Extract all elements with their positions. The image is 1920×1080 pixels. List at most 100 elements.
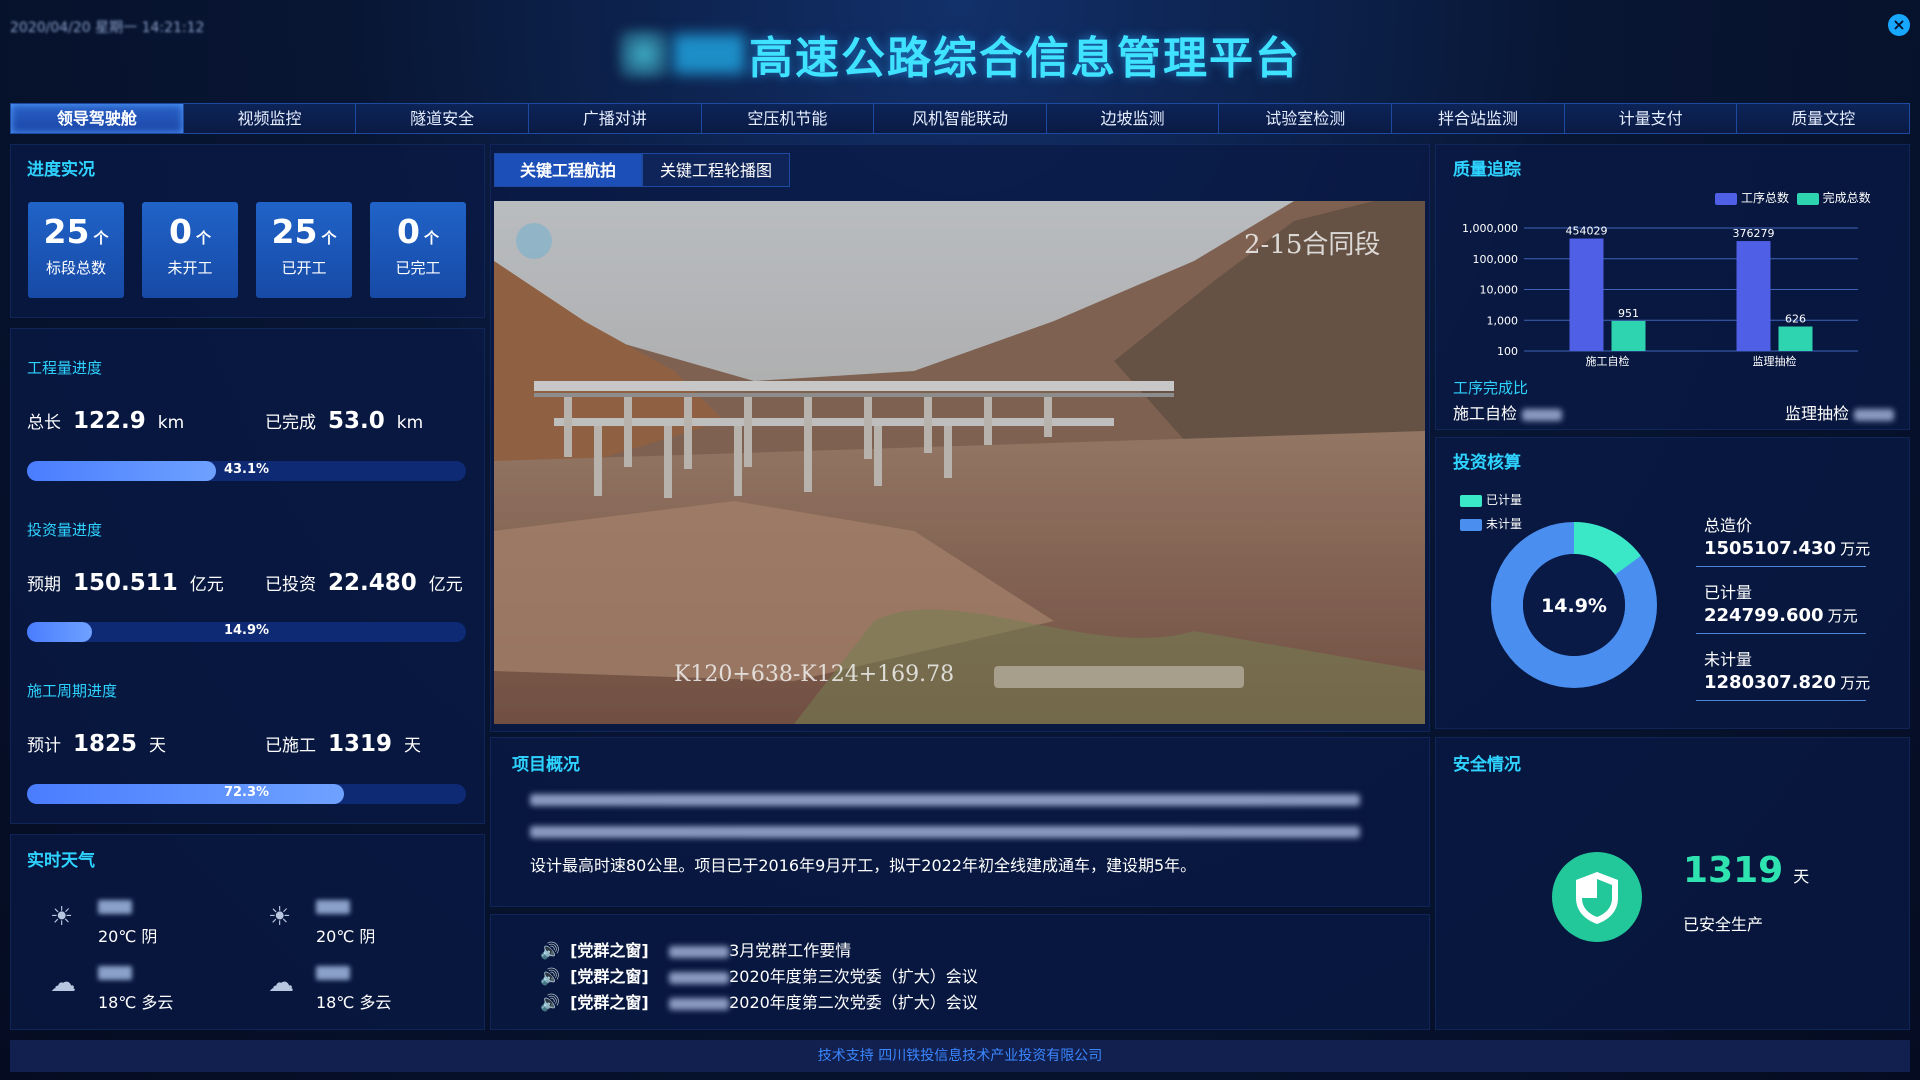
divider (1696, 700, 1866, 701)
investment-title: 投资量进度 (27, 521, 103, 539)
nav-tab-quality-doc[interactable]: 质量文控 (1737, 104, 1910, 133)
notice-redacted (669, 971, 730, 984)
label: 已施工 (265, 736, 316, 756)
legend-label: 已计量 (1486, 493, 1523, 507)
workload-total: 总长 122.9 km (27, 408, 184, 434)
nav-tab-tunnel[interactable]: 隧道安全 (356, 104, 529, 133)
y-tick-label: 1,000,000 (1462, 222, 1518, 235)
legend-swatch-done (1796, 192, 1819, 205)
period-total: 预计 1825 天 (27, 731, 166, 757)
main-nav: 领导驾驶舱 视频监控 隧道安全 广播对讲 空压机节能 风机智能联动 边坡监测 试… (10, 103, 1910, 134)
legend-swatch-total (1715, 192, 1737, 205)
weather-temp: 20℃ 阴 (316, 927, 376, 946)
value: 1319 (328, 731, 393, 757)
weather-title: 实时天气 (27, 851, 95, 871)
cloud-icon: ☁ (50, 968, 76, 998)
progress-text: 43.1% (223, 462, 270, 477)
stat-value: 25 (43, 212, 90, 251)
inv-measured-value: 224799.600 万元 (1704, 605, 1858, 626)
stat-label: 已开工 (281, 259, 327, 277)
tab-aerial[interactable]: 关键工程航拍 (494, 153, 642, 187)
unit: 万元 (1827, 607, 1858, 625)
nav-tab-lab[interactable]: 试验室检测 (1219, 104, 1393, 133)
notice-text: 2020年度第三次党委（扩大）会议 (729, 967, 978, 986)
stat-unit: 个 (93, 229, 109, 247)
progress-text: 72.3% (223, 785, 270, 800)
donut-center-text: 14.9% (1541, 595, 1607, 617)
nav-tab-cockpit[interactable]: 领导驾驶舱 (11, 104, 184, 133)
stat-card-completed: 0个 已完工 (370, 202, 466, 298)
weather-city-redacted (316, 900, 350, 914)
unit: 亿元 (189, 575, 224, 595)
nav-tab-slope[interactable]: 边坡监测 (1046, 104, 1220, 133)
ratio-title: 工序完成比 (1453, 379, 1529, 397)
label: 预计 (27, 736, 61, 756)
nav-tab-fan[interactable]: 风机智能联动 (874, 104, 1047, 133)
ratio-redacted (1854, 408, 1895, 421)
value: 150.511 (73, 570, 178, 596)
notice-item[interactable]: 🔊 [党群之窗] 2020年度第三次党委（扩大）会议 (540, 963, 978, 987)
notice-item[interactable]: 🔊 [党群之窗] 3月党群工作要情 (540, 937, 851, 961)
value: 1505107.430 (1704, 538, 1837, 559)
bar (1736, 241, 1771, 351)
shield-icon (1552, 852, 1642, 942)
aerial-photo: 2-15合同段 K120+638-K124+169.78 (494, 201, 1425, 724)
stat-label: 标段总数 (45, 259, 106, 277)
stat-unit: 个 (195, 229, 211, 247)
nav-tab-payment[interactable]: 计量支付 (1564, 104, 1738, 133)
legend-label: 完成总数 (1822, 191, 1871, 205)
value: 1825 (73, 731, 138, 757)
workload-done: 已完成 53.0 km (265, 408, 423, 434)
investment-done: 已投资 22.480 亿元 (265, 570, 463, 596)
nav-tab-broadcast[interactable]: 广播对讲 (528, 104, 702, 133)
inv-unmeasured-value: 1280307.820 万元 (1704, 672, 1870, 693)
y-tick-label: 1,000 (1487, 314, 1519, 327)
weather-city-redacted (316, 966, 350, 980)
y-tick-label: 100 (1497, 345, 1518, 358)
workload-title: 工程量进度 (27, 359, 103, 377)
safety-days: 1319 天 (1683, 850, 1809, 891)
safety-panel (1435, 737, 1910, 1030)
stat-label: 已完工 (395, 259, 441, 277)
overview-redacted-line-1 (530, 789, 1360, 808)
tab-carousel[interactable]: 关键工程轮播图 (642, 153, 790, 187)
quality-bar-chart: 1,000,000 100,000 10,000 1,000 100 454029 951 施… (1462, 222, 1858, 368)
overview-redacted-line-2 (530, 821, 1360, 840)
bar-value-label: 626 (1785, 313, 1806, 326)
bar (1569, 238, 1604, 351)
weather-temp: 18℃ 多云 (98, 993, 174, 1012)
notice-text: 2020年度第二次党委（扩大）会议 (729, 993, 978, 1012)
investment-donut-chart: 14.9% (1491, 522, 1657, 688)
bar-value-label: 376279 (1733, 227, 1775, 240)
inv-measured-label: 已计量 (1704, 583, 1753, 602)
photo-mileage-label: K120+638-K124+169.78 (674, 662, 954, 687)
divider (1696, 566, 1866, 567)
bar (1611, 320, 1646, 351)
label: 总长 (27, 413, 61, 433)
nav-tab-compressor[interactable]: 空压机节能 (701, 104, 875, 133)
x-category-label: 监理抽检 (1753, 354, 1797, 368)
safety-title: 安全情况 (1453, 755, 1521, 775)
footer: 技术支持 四川铁投信息技术产业投资有限公司 (10, 1040, 1910, 1072)
title-prefix-redacted (673, 34, 745, 74)
bar-value-label: 454029 (1566, 225, 1608, 238)
unit: km (396, 413, 424, 433)
notice-tag: [党群之窗] (570, 941, 649, 960)
unit: 天 (149, 736, 167, 756)
legend-swatch-unmeasured (1460, 518, 1482, 531)
nav-tab-mixing[interactable]: 拌合站监测 (1392, 104, 1565, 133)
nav-tab-video[interactable]: 视频监控 (183, 104, 357, 133)
stat-unit: 个 (321, 229, 337, 247)
photo-redacted-label (994, 666, 1244, 688)
ratio-self-check: 施工自检 (1453, 400, 1563, 424)
speaker-icon: 🔊 (540, 993, 560, 1012)
logo-icon (619, 30, 669, 78)
notice-text: 3月党群工作要情 (729, 941, 852, 960)
unit: 天 (404, 736, 422, 756)
cloud-icon: ☁ (268, 968, 294, 998)
unit: 万元 (1840, 540, 1871, 558)
notice-item[interactable]: 🔊 [党群之窗] 2020年度第二次党委（扩大）会议 (540, 989, 978, 1013)
x-category-label: 施工自检 (1586, 354, 1630, 368)
value: 53.0 (328, 408, 385, 434)
donut-legend-measured: 已计量 (1460, 491, 1522, 508)
